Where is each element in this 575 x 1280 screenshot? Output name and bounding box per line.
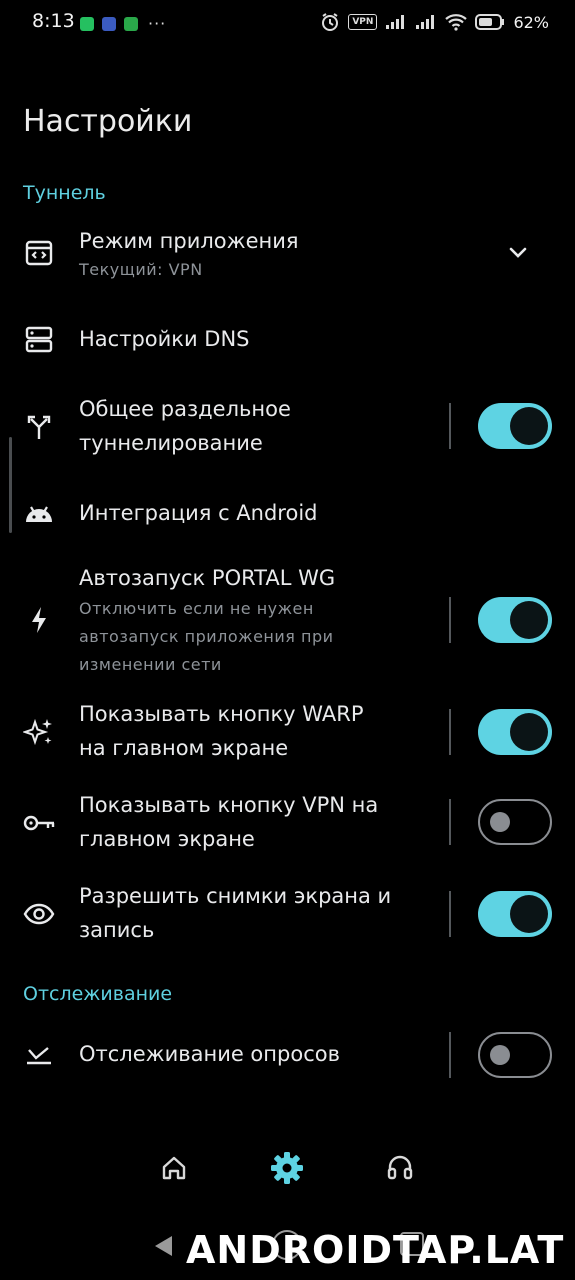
fitness-icon — [124, 16, 138, 31]
autostart-title: Автозапуск PORTAL WG — [79, 566, 336, 590]
divider — [449, 891, 451, 937]
battery-icon — [475, 14, 505, 30]
signal-icon-2 — [416, 15, 435, 29]
signal-icon — [386, 15, 405, 29]
screenshots-title-line1: Разрешить снимки экрана и — [79, 884, 392, 908]
status-time: 8:13 — [32, 10, 75, 32]
split-tunnel-row[interactable]: Общее раздельное туннелирование — [0, 392, 575, 462]
vpn-button-title-line1: Показывать кнопку VPN на — [79, 793, 379, 817]
poll-tracking-toggle[interactable] — [478, 1032, 552, 1078]
bottom-navigation — [0, 1130, 575, 1206]
wifi-icon — [445, 14, 468, 31]
toggle-knob — [510, 601, 548, 639]
dns-settings-row[interactable]: Настройки DNS — [0, 320, 575, 360]
poll-tracking-title: Отслеживание опросов — [79, 1042, 340, 1066]
home-icon — [162, 1156, 186, 1180]
divider — [449, 597, 451, 643]
poll-check-icon — [22, 1038, 56, 1072]
vpn-button-title-line2: главном экране — [79, 827, 255, 851]
vpn-badge: VPN — [348, 14, 378, 30]
warp-button-title-line1: Показывать кнопку WARP — [79, 702, 364, 726]
key-icon — [22, 806, 56, 840]
bolt-icon — [22, 603, 56, 637]
nav-support[interactable] — [382, 1150, 418, 1186]
app-window-icon — [22, 236, 56, 270]
dns-settings-title: Настройки DNS — [79, 327, 250, 351]
autostart-row[interactable]: Автозапуск PORTAL WG Отключить если не н… — [0, 561, 575, 679]
nav-settings[interactable] — [269, 1150, 305, 1186]
back-icon[interactable] — [152, 1234, 174, 1258]
toggle-knob — [490, 812, 510, 832]
settings-icon — [271, 1152, 303, 1184]
toggle-knob — [510, 895, 548, 933]
app-mode-row[interactable]: Режим приложения Текущий: VPN — [0, 224, 575, 288]
divider — [449, 1032, 451, 1078]
section-header-tunnel: Туннель — [23, 182, 106, 204]
eye-icon — [22, 897, 56, 931]
autostart-subtitle-line2: автозапуск приложения при — [79, 627, 334, 646]
split-arrows-icon — [22, 410, 56, 444]
status-bar: 8:13 ··· VPN 62% — [0, 0, 575, 48]
autostart-toggle[interactable] — [478, 597, 552, 643]
headset-icon — [387, 1155, 413, 1180]
warp-button-row[interactable]: Показывать кнопку WARP на главном экране — [0, 697, 575, 767]
split-tunnel-title-line2: туннелирование — [79, 431, 263, 455]
android-icon — [22, 496, 56, 530]
divider — [449, 799, 451, 845]
screenshots-title-line2: запись — [79, 918, 155, 942]
notification-icons: ··· — [80, 14, 166, 33]
warp-button-title-line2: на главном экране — [79, 736, 289, 760]
app-mode-subtitle: Текущий: VPN — [79, 260, 203, 279]
toggle-knob — [510, 713, 548, 751]
divider — [449, 403, 451, 449]
split-tunnel-title-line1: Общее раздельное — [79, 397, 291, 421]
toggle-knob — [510, 407, 548, 445]
page-title: Настройки — [23, 104, 193, 139]
whatsapp-icon — [80, 16, 94, 31]
battery-percent: 62% — [513, 12, 549, 32]
autostart-subtitle-line1: Отключить если не нужен — [79, 599, 314, 618]
warp-button-toggle[interactable] — [478, 709, 552, 755]
autostart-subtitle-line3: изменении сети — [79, 655, 222, 674]
chevron-down-icon[interactable] — [505, 240, 531, 266]
android-integration-title: Интеграция с Android — [79, 501, 318, 525]
sparkles-icon — [22, 715, 56, 749]
vpn-button-row[interactable]: Показывать кнопку VPN на главном экране — [0, 788, 575, 858]
alarm-icon — [322, 13, 339, 31]
nav-home[interactable] — [156, 1150, 192, 1186]
dns-server-icon — [22, 322, 56, 356]
more-notifications-icon: ··· — [148, 14, 167, 33]
android-integration-row[interactable]: Интеграция с Android — [0, 494, 575, 534]
watermark: ANDROIDTAP.LAT — [186, 1228, 565, 1272]
screenshots-row[interactable]: Разрешить снимки экрана и запись — [0, 879, 575, 949]
screenshots-toggle[interactable] — [478, 891, 552, 937]
divider — [449, 709, 451, 755]
app-notification-icon — [102, 16, 116, 31]
poll-tracking-row[interactable]: Отслеживание опросов — [0, 1031, 575, 1079]
vpn-button-toggle[interactable] — [478, 799, 552, 845]
toggle-knob — [490, 1045, 510, 1065]
split-tunnel-toggle[interactable] — [478, 403, 552, 449]
section-header-tracking: Отслеживание — [23, 983, 173, 1005]
status-right: VPN 62% — [320, 12, 549, 32]
app-mode-title: Режим приложения — [79, 229, 299, 253]
